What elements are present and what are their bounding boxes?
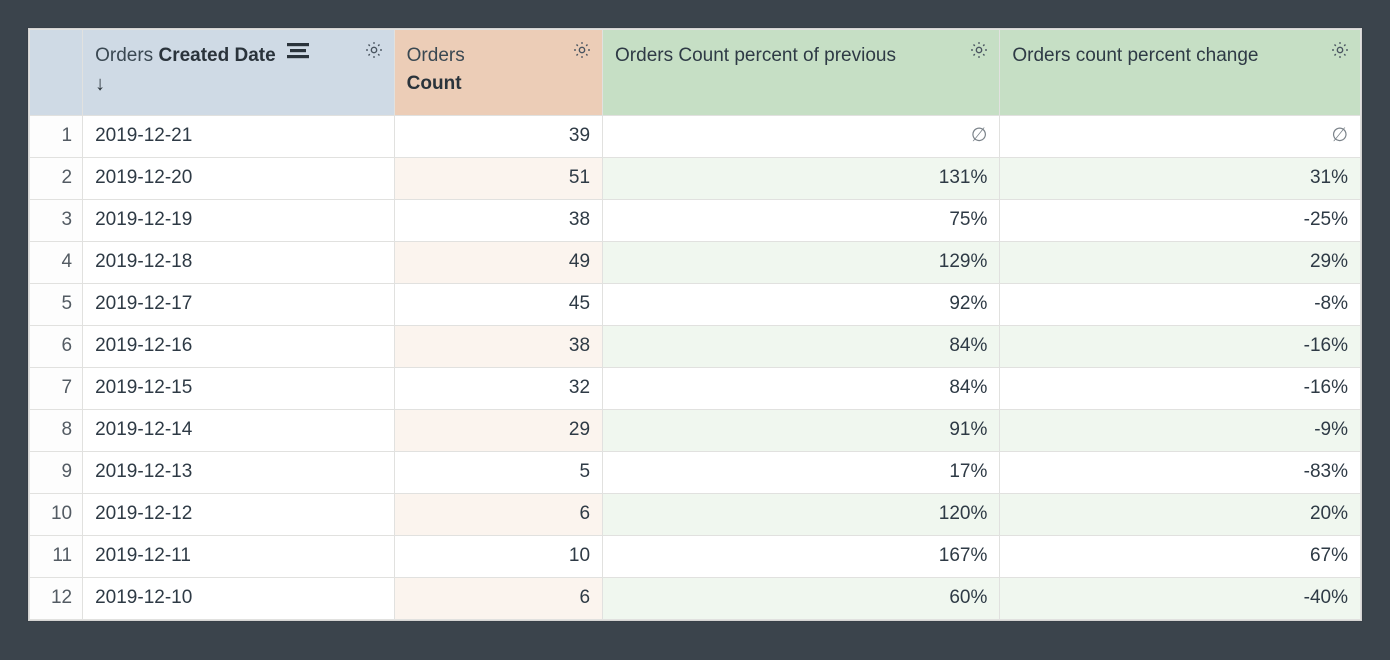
cell-count[interactable]: 32	[394, 368, 602, 410]
header-field: Created Date	[158, 45, 275, 66]
cell-calc[interactable]: 91%	[603, 410, 1000, 452]
cell-date[interactable]: 2019-12-12	[83, 494, 395, 536]
cell-date[interactable]: 2019-12-17	[83, 284, 395, 326]
column-header-percent-of-previous[interactable]: Orders Count percent of previous	[603, 30, 1000, 116]
cell-calc[interactable]: 29%	[1000, 242, 1361, 284]
column-header-percent-change[interactable]: Orders count percent change	[1000, 30, 1361, 116]
cell-rownum[interactable]: 7	[30, 368, 83, 410]
cell-date[interactable]: 2019-12-11	[83, 536, 395, 578]
table-row[interactable]: 42019-12-1849129%29%	[30, 242, 1361, 284]
cell-count[interactable]: 6	[394, 578, 602, 620]
cell-calc[interactable]: -16%	[1000, 326, 1361, 368]
table-row[interactable]: 32019-12-193875%-25%	[30, 200, 1361, 242]
cell-rownum[interactable]: 5	[30, 284, 83, 326]
cell-rownum[interactable]: 9	[30, 452, 83, 494]
cell-calc[interactable]: 75%	[603, 200, 1000, 242]
cell-calc[interactable]: 84%	[603, 368, 1000, 410]
table-body: 12019-12-2139∅∅22019-12-2051131%31%32019…	[30, 116, 1361, 620]
table-row[interactable]: 12019-12-2139∅∅	[30, 116, 1361, 158]
cell-calc[interactable]: ∅	[1000, 116, 1361, 158]
table-row[interactable]: 102019-12-126120%20%	[30, 494, 1361, 536]
cell-rownum[interactable]: 11	[30, 536, 83, 578]
gear-icon[interactable]	[572, 40, 592, 60]
table-row[interactable]: 112019-12-1110167%67%	[30, 536, 1361, 578]
cell-calc[interactable]: 131%	[603, 158, 1000, 200]
table-row[interactable]: 122019-12-10660%-40%	[30, 578, 1361, 620]
header-label: Orders Count percent of previous	[615, 45, 896, 66]
cell-calc[interactable]: 17%	[603, 452, 1000, 494]
cell-calc[interactable]: -40%	[1000, 578, 1361, 620]
cell-calc[interactable]: -8%	[1000, 284, 1361, 326]
cell-date[interactable]: 2019-12-13	[83, 452, 395, 494]
cell-rownum[interactable]: 6	[30, 326, 83, 368]
cell-calc[interactable]: -83%	[1000, 452, 1361, 494]
cell-calc[interactable]: 60%	[603, 578, 1000, 620]
sort-desc-icon: ↓	[95, 74, 350, 94]
cell-date[interactable]: 2019-12-18	[83, 242, 395, 284]
cell-rownum[interactable]: 1	[30, 116, 83, 158]
gear-icon[interactable]	[1330, 40, 1350, 60]
table-row[interactable]: 72019-12-153284%-16%	[30, 368, 1361, 410]
cell-count[interactable]: 38	[394, 200, 602, 242]
cell-date[interactable]: 2019-12-19	[83, 200, 395, 242]
cell-count[interactable]: 38	[394, 326, 602, 368]
cell-calc[interactable]: 20%	[1000, 494, 1361, 536]
cell-calc[interactable]: -9%	[1000, 410, 1361, 452]
header-prefix: Orders	[95, 45, 153, 66]
cell-calc[interactable]: 167%	[603, 536, 1000, 578]
cell-count[interactable]: 5	[394, 452, 602, 494]
cell-date[interactable]: 2019-12-14	[83, 410, 395, 452]
cell-calc[interactable]: ∅	[603, 116, 1000, 158]
cell-date[interactable]: 2019-12-10	[83, 578, 395, 620]
cell-calc[interactable]: 92%	[603, 284, 1000, 326]
cell-calc[interactable]: -16%	[1000, 368, 1361, 410]
gear-icon[interactable]	[969, 40, 989, 60]
cell-rownum[interactable]: 2	[30, 158, 83, 200]
cell-calc[interactable]: 31%	[1000, 158, 1361, 200]
header-prefix: Orders	[407, 45, 465, 66]
column-header-orders-count[interactable]: Orders Count	[394, 30, 602, 116]
data-table: Orders Created Date ↓	[28, 28, 1362, 621]
cell-count[interactable]: 49	[394, 242, 602, 284]
cell-calc[interactable]: 67%	[1000, 536, 1361, 578]
cell-calc[interactable]: 129%	[603, 242, 1000, 284]
cell-count[interactable]: 6	[394, 494, 602, 536]
column-header-created-date[interactable]: Orders Created Date ↓	[83, 30, 395, 116]
cell-rownum[interactable]: 4	[30, 242, 83, 284]
cell-count[interactable]: 10	[394, 536, 602, 578]
cell-date[interactable]: 2019-12-16	[83, 326, 395, 368]
cell-rownum[interactable]: 3	[30, 200, 83, 242]
header-field: Count	[407, 73, 462, 94]
row-number-header	[30, 30, 83, 116]
pivot-icon	[287, 43, 309, 59]
table-row[interactable]: 22019-12-2051131%31%	[30, 158, 1361, 200]
cell-count[interactable]: 45	[394, 284, 602, 326]
cell-count[interactable]: 51	[394, 158, 602, 200]
cell-count[interactable]: 29	[394, 410, 602, 452]
cell-rownum[interactable]: 10	[30, 494, 83, 536]
cell-rownum[interactable]: 8	[30, 410, 83, 452]
cell-date[interactable]: 2019-12-20	[83, 158, 395, 200]
table-row[interactable]: 52019-12-174592%-8%	[30, 284, 1361, 326]
table-row[interactable]: 82019-12-142991%-9%	[30, 410, 1361, 452]
cell-date[interactable]: 2019-12-21	[83, 116, 395, 158]
cell-count[interactable]: 39	[394, 116, 602, 158]
cell-calc[interactable]: 120%	[603, 494, 1000, 536]
cell-calc[interactable]: 84%	[603, 326, 1000, 368]
cell-date[interactable]: 2019-12-15	[83, 368, 395, 410]
table-row[interactable]: 92019-12-13517%-83%	[30, 452, 1361, 494]
table-row[interactable]: 62019-12-163884%-16%	[30, 326, 1361, 368]
header-label: Orders count percent change	[1012, 45, 1258, 66]
cell-calc[interactable]: -25%	[1000, 200, 1361, 242]
cell-rownum[interactable]: 12	[30, 578, 83, 620]
gear-icon[interactable]	[364, 40, 384, 60]
